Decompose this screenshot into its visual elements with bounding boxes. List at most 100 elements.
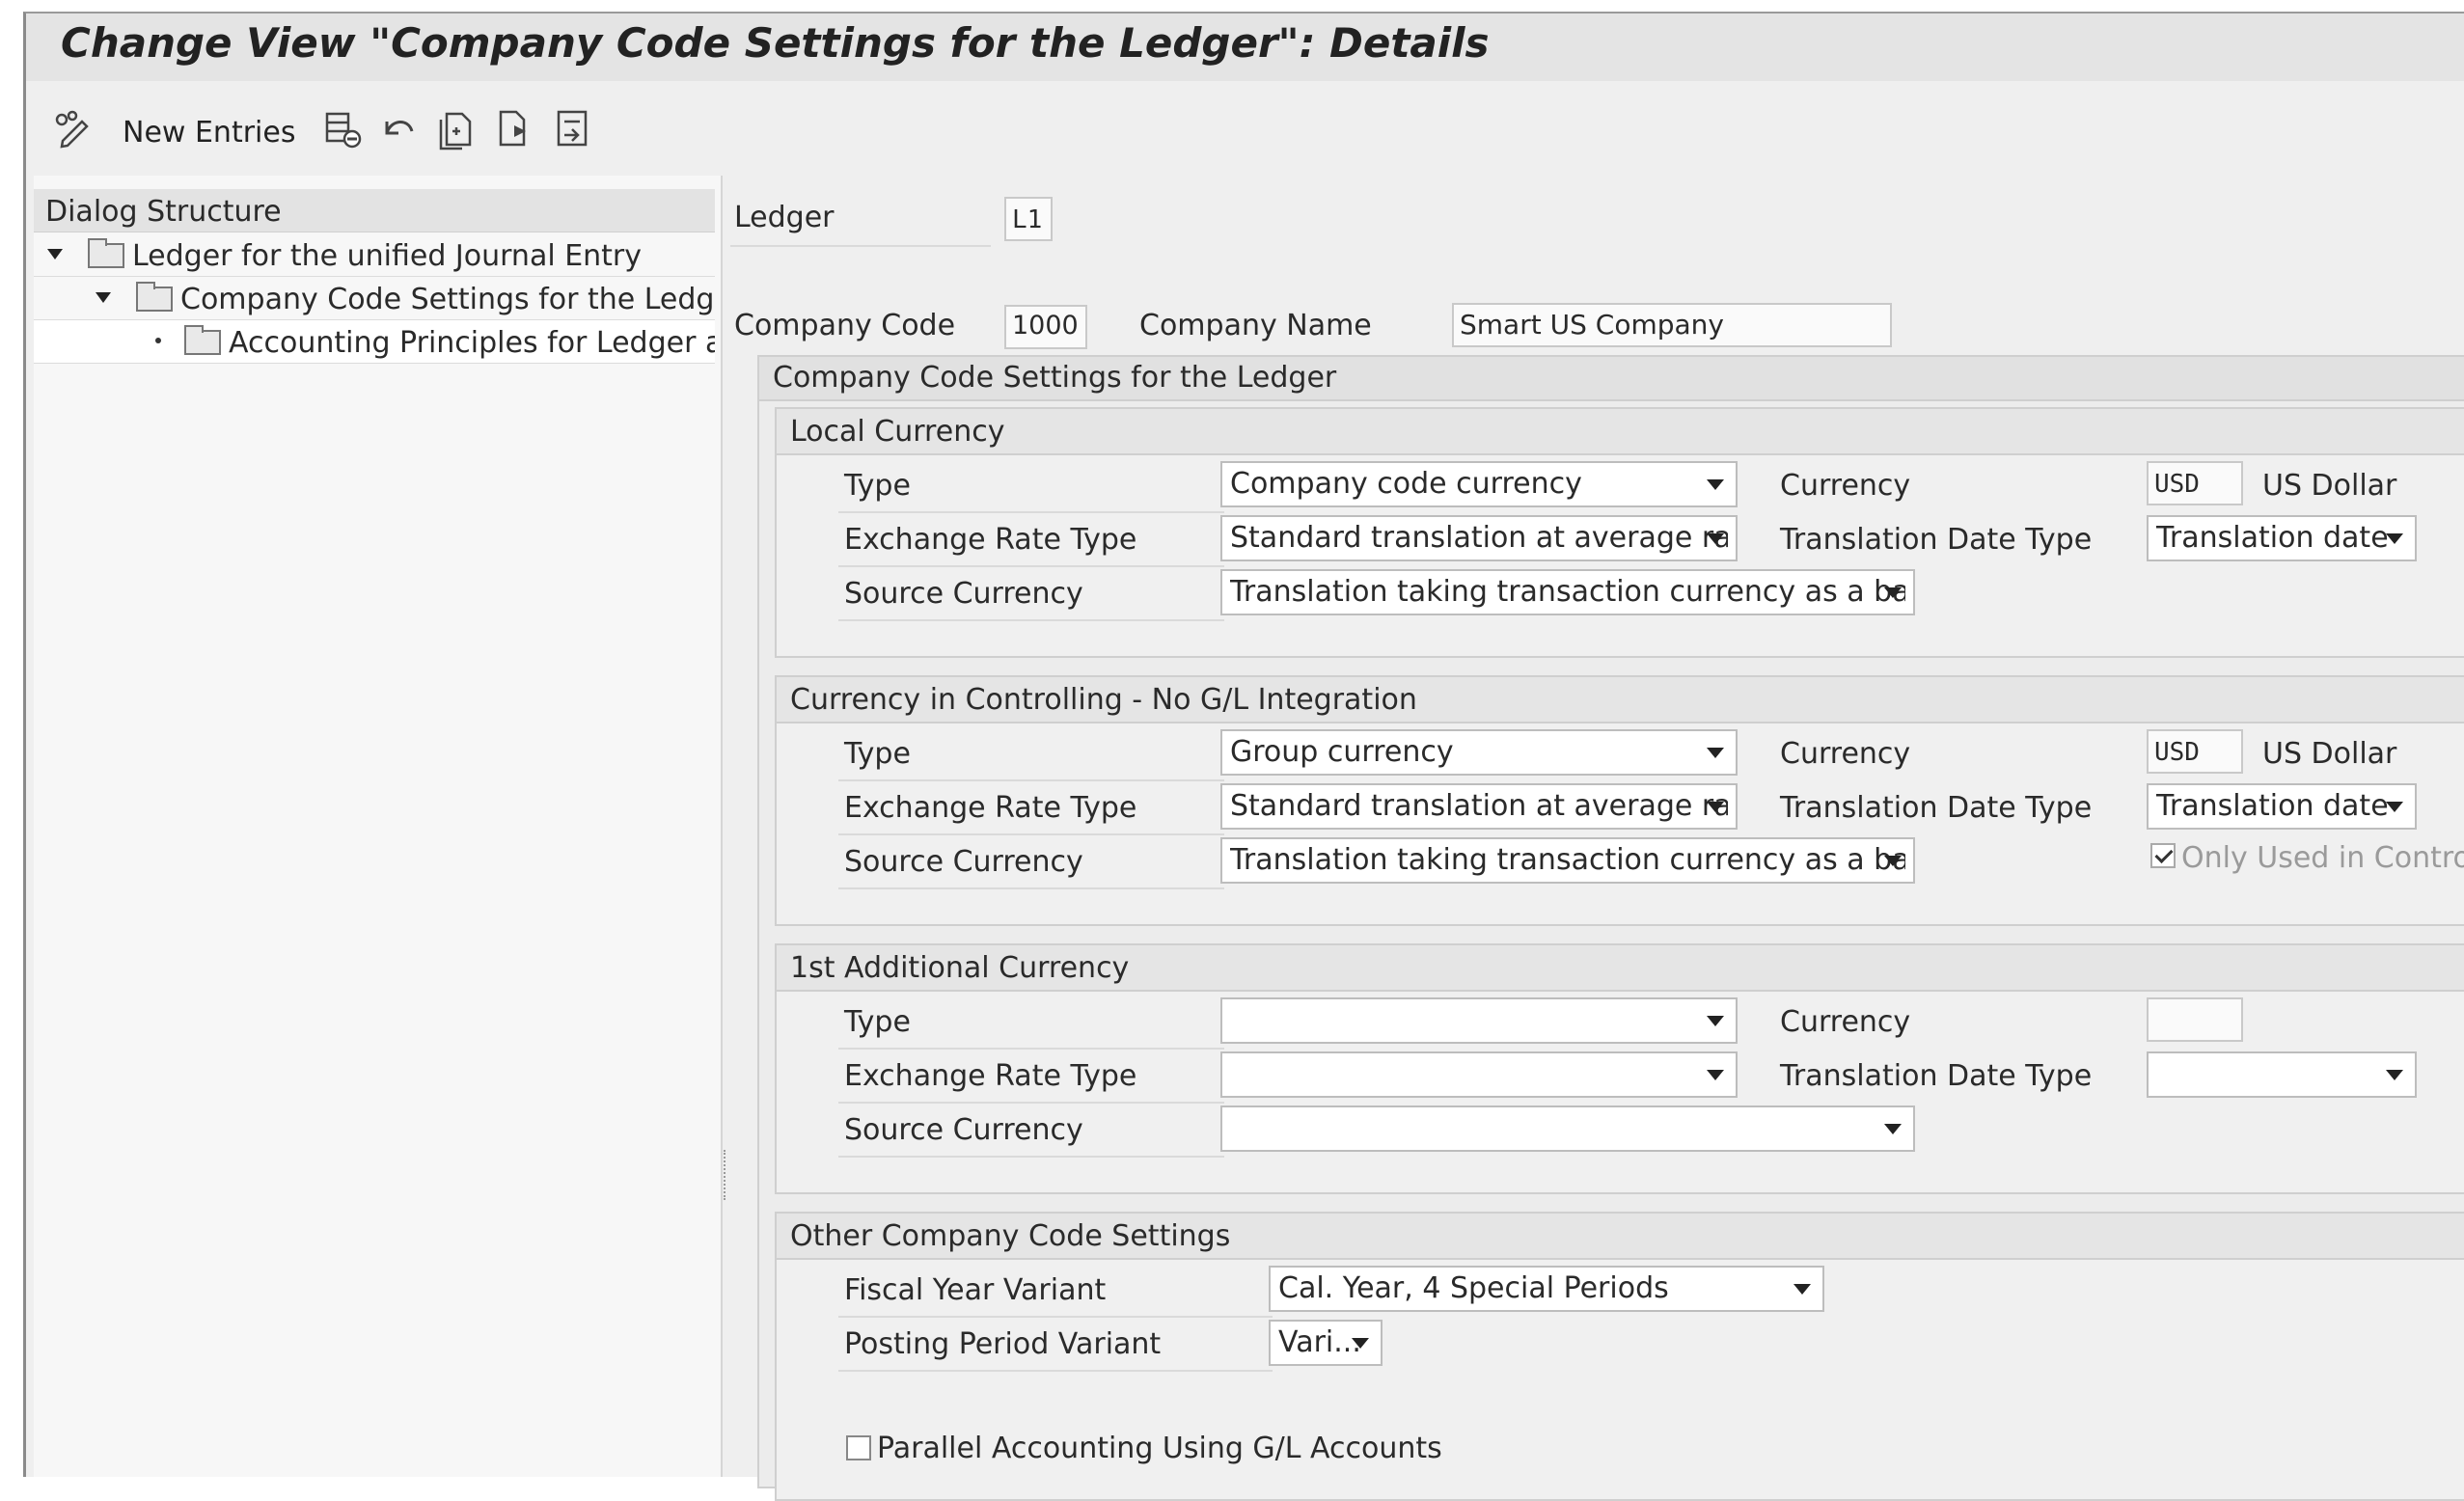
bullet-icon	[155, 338, 161, 343]
chevron-down-icon	[1793, 1284, 1811, 1295]
dropdown-value: Group currency	[1230, 735, 1454, 769]
folder-icon	[88, 238, 124, 268]
label-underline	[838, 1156, 1224, 1158]
controlling-exchange-rate-type-dropdown[interactable]: Standard translation at average rat...	[1220, 783, 1738, 830]
dialog-structure-header: Dialog Structure	[34, 189, 715, 232]
fiscal-year-variant-dropdown[interactable]: Cal. Year, 4 Special Periods	[1269, 1266, 1824, 1312]
currency-label: Currency	[1780, 737, 1911, 771]
posting-period-variant-label: Posting Period Variant	[844, 1327, 1162, 1361]
local-exchange-rate-type-dropdown[interactable]: Standard translation at average rat...	[1220, 515, 1738, 561]
ledger-label: Ledger	[734, 201, 835, 234]
next-entry-icon[interactable]	[553, 108, 591, 150]
parallel-accounting-checkbox[interactable]	[846, 1435, 871, 1460]
currency-label: Currency	[1780, 469, 1911, 503]
posting-period-variant-dropdown[interactable]: Vari...	[1269, 1320, 1383, 1366]
parallel-accounting-label: Parallel Accounting Using G/L Accounts	[877, 1432, 1442, 1465]
chevron-down-icon	[2386, 1070, 2403, 1080]
tree-item-label: Accounting Principles for Ledger anc	[229, 326, 715, 360]
pane-splitter-handle[interactable]	[724, 1150, 729, 1200]
details-pane: Ledger L1 Company Code 1000 Company Name…	[730, 176, 2464, 1501]
dropdown-value: Translation date	[2156, 521, 2389, 555]
label-underline	[838, 511, 1224, 513]
source-currency-label: Source Currency	[844, 1113, 1083, 1147]
label-underline	[838, 779, 1224, 781]
edit-toggle-icon[interactable]	[53, 108, 92, 150]
only-used-in-controlling-label: Only Used in Controlling	[2181, 841, 2464, 875]
window-title: Change View "Company Code Settings for t…	[61, 19, 1490, 67]
local-translation-date-type-dropdown[interactable]: Translation date	[2147, 515, 2417, 561]
additional-currency-field[interactable]	[2147, 997, 2243, 1042]
only-used-in-controlling-checkbox[interactable]	[2150, 843, 2176, 868]
chevron-down-icon	[1707, 802, 1724, 812]
company-code-label: Company Code	[734, 309, 956, 342]
group-title: Currency in Controlling - No G/L Integra…	[790, 683, 1417, 717]
dropdown-value: Translation taking transaction currency …	[1230, 843, 1905, 877]
controlling-type-dropdown[interactable]: Group currency	[1220, 729, 1738, 776]
dropdown-value: Standard translation at average rat...	[1230, 521, 1728, 555]
company-code-settings-section: Company Code Settings for the Ledger Loc…	[757, 355, 2464, 1501]
type-label: Type	[844, 737, 911, 771]
folder-icon	[184, 325, 221, 355]
ledger-field[interactable]: L1	[1004, 197, 1053, 241]
type-label: Type	[844, 1005, 911, 1039]
sap-window: Change View "Company Code Settings for t…	[23, 12, 2464, 1501]
label-underline	[730, 245, 991, 247]
additional-exchange-rate-type-dropdown[interactable]	[1220, 1051, 1738, 1098]
group-header: Local Currency	[777, 409, 2464, 455]
tree-item-label: Ledger for the unified Journal Entry	[132, 239, 643, 273]
new-entries-button[interactable]: New Entries	[123, 116, 295, 150]
label-underline	[838, 887, 1224, 889]
local-source-currency-dropdown[interactable]: Translation taking transaction currency …	[1220, 569, 1915, 615]
other-settings-group: Other Company Code Settings Fiscal Year …	[775, 1212, 2464, 1501]
fiscal-year-variant-label: Fiscal Year Variant	[844, 1273, 1107, 1307]
company-name-field[interactable]: Smart US Company	[1452, 303, 1892, 347]
controlling-currency-group: Currency in Controlling - No G/L Integra…	[775, 675, 2464, 926]
label-underline	[838, 565, 1224, 567]
source-currency-label: Source Currency	[844, 577, 1083, 611]
additional-source-currency-dropdown[interactable]	[1220, 1105, 1915, 1152]
tree-item-company-code-settings[interactable]: Company Code Settings for the Ledger	[34, 277, 715, 320]
translation-date-type-label: Translation Date Type	[1780, 1059, 2093, 1093]
chevron-down-icon	[1707, 533, 1724, 544]
chevron-down-icon	[1707, 748, 1724, 758]
exchange-rate-type-label: Exchange Rate Type	[844, 1059, 1137, 1093]
application-toolbar: New Entries	[26, 89, 2464, 176]
chevron-down-icon	[1884, 1124, 1902, 1134]
exchange-rate-type-label: Exchange Rate Type	[844, 791, 1137, 825]
company-code-field[interactable]: 1000	[1004, 305, 1087, 349]
delete-icon[interactable]	[323, 108, 362, 150]
dropdown-value: Company code currency	[1230, 467, 1582, 501]
undo-icon[interactable]	[379, 108, 418, 150]
copy-icon[interactable]	[437, 108, 476, 150]
section-header: Company Code Settings for the Ledger	[759, 357, 2464, 401]
label-underline	[838, 1370, 1273, 1372]
group-header: Currency in Controlling - No G/L Integra…	[777, 677, 2464, 723]
group-title: Other Company Code Settings	[790, 1219, 1231, 1253]
title-bar: Change View "Company Code Settings for t…	[26, 14, 2464, 81]
dropdown-value: Standard translation at average rat...	[1230, 789, 1728, 823]
chevron-down-icon	[1707, 479, 1724, 490]
chevron-down-icon	[2386, 802, 2403, 812]
label-underline	[838, 1316, 1273, 1318]
exchange-rate-type-label: Exchange Rate Type	[844, 523, 1137, 557]
dropdown-value: Translation taking transaction currency …	[1230, 575, 1905, 609]
chevron-down-icon	[1352, 1338, 1369, 1349]
additional-type-dropdown[interactable]	[1220, 997, 1738, 1044]
additional-translation-date-type-dropdown[interactable]	[2147, 1051, 2417, 1098]
controlling-source-currency-dropdown[interactable]: Translation taking transaction currency …	[1220, 837, 1915, 884]
label-underline	[838, 619, 1224, 621]
controlling-currency-field[interactable]: USD	[2147, 729, 2243, 774]
tree-item-ledger[interactable]: Ledger for the unified Journal Entry	[34, 233, 715, 277]
local-currency-field[interactable]: USD	[2147, 461, 2243, 505]
expand-arrow-icon[interactable]	[47, 249, 63, 259]
company-name-label: Company Name	[1139, 309, 1372, 342]
tree-item-accounting-principles[interactable]: Accounting Principles for Ledger anc	[34, 320, 715, 364]
tree-item-label: Company Code Settings for the Ledger	[180, 283, 715, 316]
expand-arrow-icon[interactable]	[96, 292, 111, 303]
controlling-translation-date-type-dropdown[interactable]: Translation date	[2147, 783, 2417, 830]
dialog-structure-title: Dialog Structure	[45, 195, 282, 229]
previous-entry-icon[interactable]	[495, 108, 534, 150]
label-underline	[838, 1048, 1224, 1050]
local-type-dropdown[interactable]: Company code currency	[1220, 461, 1738, 507]
source-currency-label: Source Currency	[844, 845, 1083, 879]
